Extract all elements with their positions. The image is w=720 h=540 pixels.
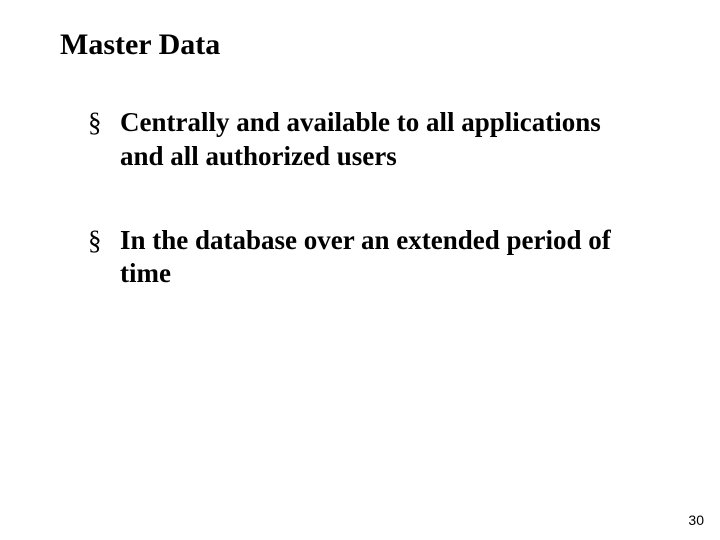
page-number: 30 xyxy=(688,512,704,528)
bullet-item: Centrally and available to all applicati… xyxy=(88,106,660,174)
slide-title: Master Data xyxy=(60,28,660,62)
slide: Master Data Centrally and available to a… xyxy=(0,0,720,540)
bullet-list: Centrally and available to all applicati… xyxy=(60,106,660,291)
bullet-item: In the database over an extended period … xyxy=(88,224,660,292)
